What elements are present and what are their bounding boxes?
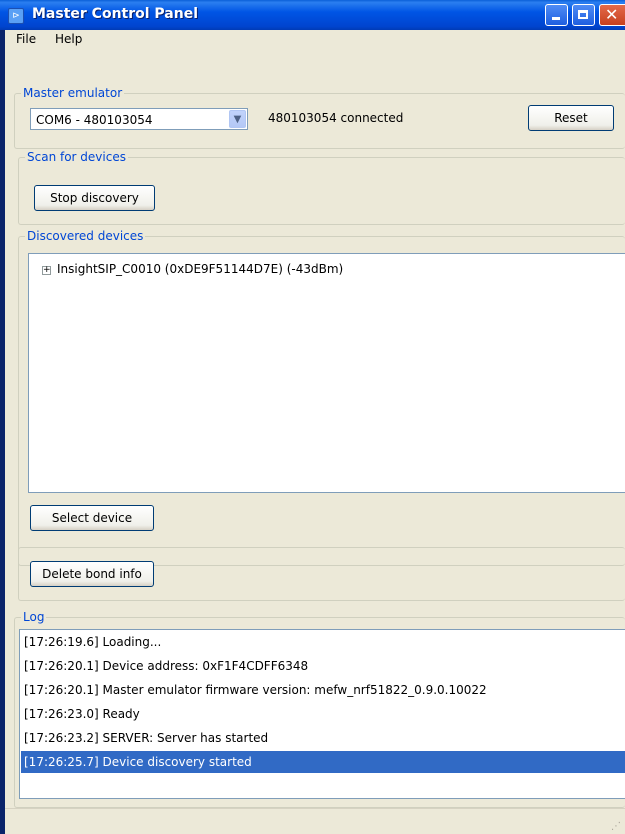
port-select-value: COM6 - 480103054 bbox=[36, 113, 153, 127]
resize-grip-icon[interactable]: ⋰ bbox=[611, 821, 621, 832]
window-title: Master Control Panel bbox=[32, 6, 199, 22]
log-entry[interactable]: [17:26:20.1] Master emulator firmware ve… bbox=[24, 679, 487, 701]
log-entry-selected[interactable]: [17:26:25.7] Device discovery started bbox=[21, 751, 625, 773]
discovered-devices-legend: Discovered devices bbox=[25, 229, 146, 243]
status-bar: ⋰ bbox=[5, 808, 625, 834]
master-emulator-legend: Master emulator bbox=[21, 86, 125, 100]
title-bar[interactable]: ⊳ Master Control Panel ✕ bbox=[0, 0, 625, 30]
device-label: InsightSIP_C0010 (0xDE9F51144D7E) (-43dB… bbox=[57, 262, 344, 276]
menu-bar: File Help bbox=[0, 30, 625, 50]
log-entry[interactable]: [17:26:19.6] Loading... bbox=[24, 631, 161, 653]
close-icon: ✕ bbox=[605, 5, 619, 24]
reset-button[interactable]: Reset bbox=[528, 105, 614, 131]
maximize-button[interactable] bbox=[572, 4, 595, 26]
delete-bond-button[interactable]: Delete bond info bbox=[30, 561, 154, 587]
minimize-icon bbox=[552, 17, 560, 20]
log-entry[interactable]: [17:26:23.2] SERVER: Server has started bbox=[24, 727, 268, 749]
client-area: File Help Master emulator COM6 - 4801030… bbox=[0, 30, 625, 834]
plus-box-icon[interactable]: + bbox=[42, 266, 51, 275]
scan-legend: Scan for devices bbox=[25, 150, 128, 164]
maximize-icon bbox=[578, 10, 588, 19]
window-frame-left bbox=[0, 30, 5, 834]
stop-discovery-button[interactable]: Stop discovery bbox=[34, 185, 155, 211]
log-legend: Log bbox=[21, 610, 47, 624]
device-list[interactable]: + InsightSIP_C0010 (0xDE9F51144D7E) (-43d… bbox=[28, 253, 625, 493]
log-entry[interactable]: [17:26:20.1] Device address: 0xF1F4CDFF6… bbox=[24, 655, 308, 677]
app-icon: ⊳ bbox=[8, 8, 24, 24]
close-button[interactable]: ✕ bbox=[599, 4, 625, 26]
connection-status: 480103054 connected bbox=[268, 111, 404, 125]
port-select[interactable]: COM6 - 480103054 ▼ bbox=[30, 108, 248, 130]
select-device-button[interactable]: Select device bbox=[30, 505, 154, 531]
menu-file[interactable]: File bbox=[16, 32, 36, 46]
log-entry[interactable]: [17:26:23.0] Ready bbox=[24, 703, 140, 725]
menu-help[interactable]: Help bbox=[55, 32, 82, 46]
chevron-down-icon[interactable]: ▼ bbox=[229, 110, 246, 128]
device-list-item[interactable]: + InsightSIP_C0010 (0xDE9F51144D7E) (-43d… bbox=[42, 262, 343, 276]
log-list[interactable]: [17:26:19.6] Loading... [17:26:20.1] Dev… bbox=[19, 629, 625, 799]
minimize-button[interactable] bbox=[545, 4, 568, 26]
app-window: ⊳ Master Control Panel ✕ File Help Maste… bbox=[0, 0, 625, 834]
